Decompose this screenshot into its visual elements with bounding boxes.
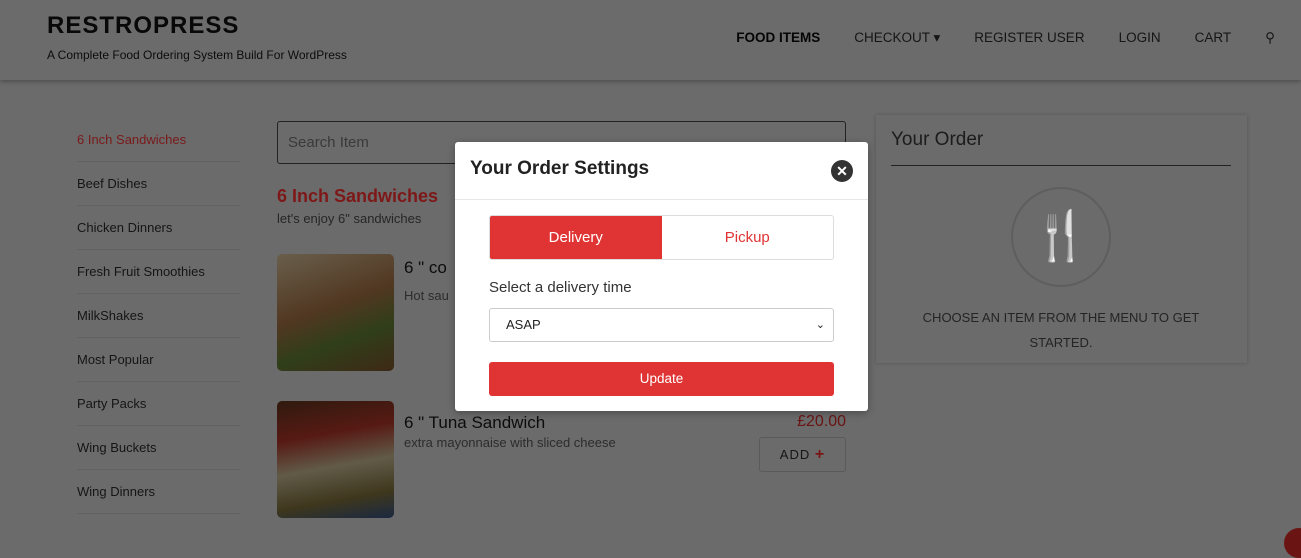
divider xyxy=(891,165,1231,166)
food-image[interactable] xyxy=(277,254,394,371)
service-type-toggle: Delivery Pickup xyxy=(489,215,834,260)
update-button[interactable]: Update xyxy=(489,362,834,396)
category-title: 6 Inch Sandwiches xyxy=(277,186,439,206)
order-settings-modal: Your Order Settings ✕ Delivery Pickup Se… xyxy=(455,142,868,411)
item-description: extra mayonnaise with sliced cheese xyxy=(404,435,616,450)
sidebar-item[interactable]: MilkShakes xyxy=(77,294,240,338)
site-brand[interactable]: RESTROPRESS xyxy=(47,12,239,40)
divider xyxy=(455,199,868,200)
chevron-down-icon: ⌄ xyxy=(815,319,825,331)
selected-time: ASAP xyxy=(506,317,541,332)
tab-delivery[interactable]: Delivery xyxy=(490,216,662,259)
nav-register-user[interactable]: REGISTER USER xyxy=(974,30,1084,46)
empty-order-message: CHOOSE AN ITEM FROM THE MENU TO GET STAR… xyxy=(922,310,1200,350)
nav-checkout-label: CHECKOUT xyxy=(854,30,930,45)
sidebar-item[interactable]: Chicken Dinners xyxy=(77,206,240,250)
item-description: Hot sau xyxy=(404,288,449,303)
add-label: ADD xyxy=(779,447,811,462)
add-button[interactable]: ADD + xyxy=(759,437,846,472)
item-name[interactable]: 6 " co xyxy=(404,258,447,278)
sidebar-item[interactable]: Wing Dinners xyxy=(77,470,240,514)
nav-login[interactable]: LOGIN xyxy=(1119,30,1161,46)
delivery-time-select[interactable]: ASAP ⌄ xyxy=(489,308,834,342)
food-image[interactable] xyxy=(277,401,394,518)
order-panel: Your Order 🍴 CHOOSE AN ITEM FROM THE MEN… xyxy=(876,115,1247,363)
delivery-time-label: Select a delivery time xyxy=(489,279,632,296)
site-tagline: A Complete Food Ordering System Build Fo… xyxy=(47,48,347,62)
close-icon[interactable]: ✕ xyxy=(831,160,853,182)
sidebar-item[interactable]: Party Packs xyxy=(77,382,240,426)
tab-pickup[interactable]: Pickup xyxy=(662,216,834,259)
sidebar-item[interactable]: Beef Dishes xyxy=(77,162,240,206)
order-title: Your Order xyxy=(891,129,984,150)
main-nav: FOOD ITEMS CHECKOUT ▾ REGISTER USER LOGI… xyxy=(736,30,1275,46)
plus-icon: + xyxy=(814,446,826,463)
category-sidebar: 6 Inch Sandwiches Beef Dishes Chicken Di… xyxy=(77,118,240,514)
sidebar-item[interactable]: 6 Inch Sandwiches xyxy=(77,118,240,162)
category-description: let's enjoy 6" sandwiches xyxy=(277,211,422,226)
nav-checkout[interactable]: CHECKOUT ▾ xyxy=(854,30,940,46)
site-header: RESTROPRESS A Complete Food Ordering Sys… xyxy=(0,0,1301,80)
chat-badge[interactable] xyxy=(1284,528,1301,558)
sidebar-item[interactable]: Most Popular xyxy=(77,338,240,382)
cutlery-icon: 🍴 xyxy=(1011,187,1111,287)
search-icon[interactable]: ⚲ xyxy=(1265,30,1275,46)
caret-down-icon: ▾ xyxy=(933,30,941,45)
nav-cart[interactable]: CART xyxy=(1195,30,1232,46)
sidebar-item[interactable]: Fresh Fruit Smoothies xyxy=(77,250,240,294)
item-price: £20.00 xyxy=(797,413,846,430)
modal-title: Your Order Settings xyxy=(470,158,650,179)
nav-food-items[interactable]: FOOD ITEMS xyxy=(736,30,820,46)
sidebar-item[interactable]: Wing Buckets xyxy=(77,426,240,470)
item-name[interactable]: 6 " Tuna Sandwich xyxy=(404,413,545,433)
